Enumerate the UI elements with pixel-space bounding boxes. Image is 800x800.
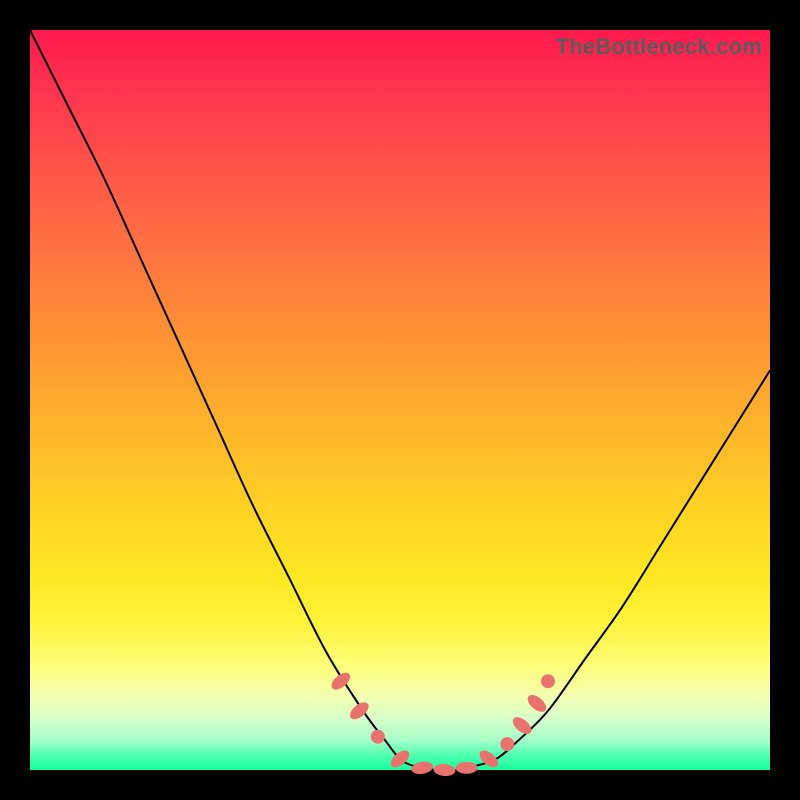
curve-marker [541, 674, 555, 688]
curve-marker [456, 762, 478, 774]
chart-frame: TheBottleneck.com [0, 0, 800, 800]
curve-marker [410, 760, 434, 776]
bottleneck-curve [30, 30, 770, 770]
curve-marker [510, 714, 535, 737]
plot-area: TheBottleneck.com [30, 30, 770, 770]
curve-markers [329, 670, 555, 777]
curve-marker [433, 763, 456, 777]
curve-marker [371, 730, 385, 744]
curve-svg [30, 30, 770, 770]
curve-marker [525, 692, 550, 715]
curve-marker [500, 737, 514, 751]
curve-marker [388, 747, 413, 770]
